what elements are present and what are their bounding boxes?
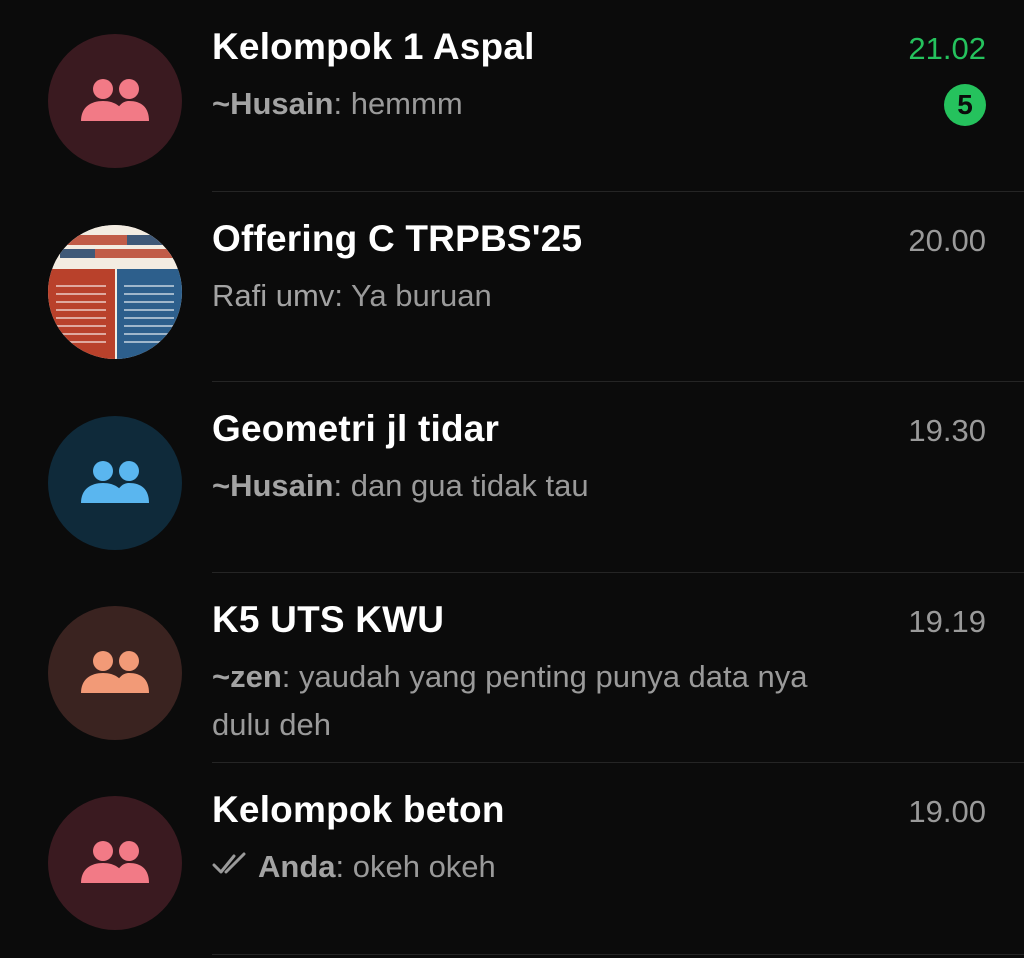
chat-time: 21.02 bbox=[908, 31, 986, 66]
message-text: yaudah yang penting punya data nya dulu … bbox=[212, 659, 808, 742]
sender-name: ~zen bbox=[212, 659, 282, 694]
chat-time: 19.30 bbox=[908, 413, 986, 448]
sender-name: Rafi umv bbox=[212, 278, 335, 313]
chat-row-kelompok-beton[interactable]: Kelompok beton Anda: okeh okeh 19.00 bbox=[0, 763, 1024, 953]
chat-time: 20.00 bbox=[908, 223, 986, 258]
chat-time: 19.00 bbox=[908, 794, 986, 829]
sender-name: ~Husain bbox=[212, 86, 334, 121]
group-icon bbox=[81, 841, 149, 883]
divider bbox=[212, 954, 1024, 955]
chat-title: Kelompok beton bbox=[212, 789, 505, 830]
chat-preview: ~zen: yaudah yang penting punya data nya… bbox=[212, 659, 808, 742]
chat-preview: Rafi umv: Ya buruan bbox=[212, 278, 492, 313]
chat-row-k5-uts-kwu[interactable]: K5 UTS KWU ~zen: yaudah yang penting pun… bbox=[0, 573, 1024, 763]
message-text: okeh okeh bbox=[352, 849, 496, 884]
avatar[interactable] bbox=[48, 225, 182, 359]
message-text: Ya buruan bbox=[350, 278, 492, 313]
avatar[interactable] bbox=[48, 606, 182, 740]
chat-title: K5 UTS KWU bbox=[212, 599, 445, 640]
chat-time: 19.19 bbox=[908, 604, 986, 639]
chat-title: Offering C TRPBS'25 bbox=[212, 218, 583, 259]
chat-row-kelompok-1-aspal[interactable]: Kelompok 1 Aspal ~Husain: hemmm 21.02 5 bbox=[0, 0, 1024, 190]
sender-name: ~Husain bbox=[212, 468, 334, 503]
chat-preview: ~Husain: hemmm bbox=[212, 86, 463, 121]
avatar[interactable] bbox=[48, 796, 182, 930]
sender-name: Anda bbox=[258, 849, 336, 884]
avatar[interactable] bbox=[48, 416, 182, 550]
avatar[interactable] bbox=[48, 34, 182, 168]
chat-row-offering-c-trpbs25[interactable]: Offering C TRPBS'25 Rafi umv: Ya buruan … bbox=[0, 192, 1024, 382]
chat-list: Kelompok 1 Aspal ~Husain: hemmm 21.02 5 … bbox=[0, 0, 1024, 958]
chat-preview: Anda: okeh okeh bbox=[212, 843, 872, 893]
chat-title: Kelompok 1 Aspal bbox=[212, 26, 535, 67]
chat-preview: ~Husain: dan gua tidak tau bbox=[212, 468, 589, 503]
group-photo-icon bbox=[48, 225, 182, 359]
unread-badge: 5 bbox=[944, 84, 986, 126]
group-icon bbox=[81, 461, 149, 503]
message-text: hemmm bbox=[350, 86, 463, 121]
chat-row-geometri-jl-tidar[interactable]: Geometri jl tidar ~Husain: dan gua tidak… bbox=[0, 382, 1024, 572]
group-icon bbox=[81, 651, 149, 693]
message-text: dan gua tidak tau bbox=[350, 468, 589, 503]
group-icon bbox=[81, 79, 149, 121]
chat-title: Geometri jl tidar bbox=[212, 408, 500, 449]
double-check-icon bbox=[212, 842, 252, 890]
